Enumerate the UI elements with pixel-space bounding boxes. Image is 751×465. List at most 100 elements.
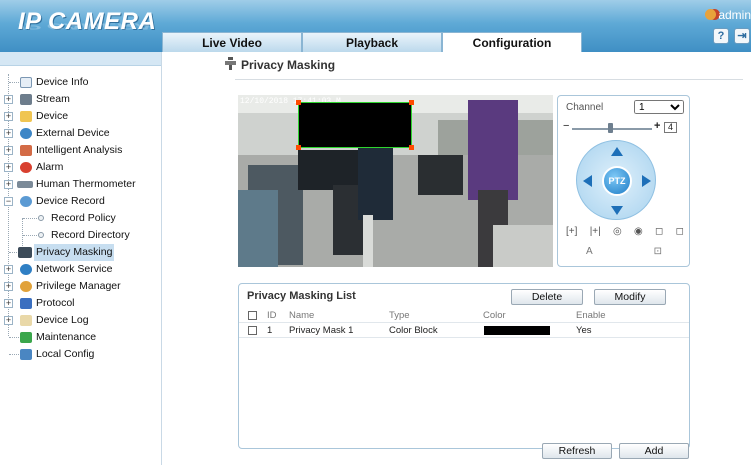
speed-plus[interactable]: + [654, 120, 660, 132]
sidebar-item-device[interactable]: + Device [0, 108, 161, 125]
folder-icon [20, 111, 32, 122]
bullet-icon [38, 232, 44, 238]
expand-icon[interactable]: + [4, 129, 13, 138]
add-button[interactable]: Add [619, 443, 689, 459]
sidebar-item-record-policy[interactable]: Record Policy [0, 210, 161, 227]
speed-minus[interactable]: − [563, 120, 569, 132]
resize-handle[interactable] [409, 145, 414, 150]
auto-focus-icon[interactable]: A [586, 246, 593, 257]
thermometer-icon [17, 181, 33, 188]
ptz-down-icon[interactable] [611, 206, 623, 215]
sidebar-item-record-directory[interactable]: Record Directory [0, 227, 161, 244]
help-icon[interactable]: ? [713, 28, 729, 44]
select-all-checkbox[interactable] [248, 311, 257, 320]
expand-icon[interactable]: + [4, 146, 13, 155]
delete-button[interactable]: Delete [511, 289, 583, 305]
column-type: Type [389, 310, 410, 321]
sidebar-item-protocol[interactable]: + Protocol [0, 295, 161, 312]
user-indicator[interactable]: admin [705, 8, 751, 22]
expand-icon[interactable]: + [4, 282, 13, 291]
config-icon [20, 349, 32, 360]
title-divider [235, 79, 743, 80]
modify-button[interactable]: Modify [594, 289, 666, 305]
refresh-button[interactable]: Refresh [542, 443, 612, 459]
expand-icon[interactable]: + [4, 180, 13, 189]
list-title: Privacy Masking List [247, 290, 356, 302]
row-id: 1 [267, 325, 273, 336]
sidebar-item-alarm[interactable]: + Alarm [0, 159, 161, 176]
ptz-right-icon[interactable] [642, 175, 651, 187]
focus-near-icon[interactable]: ◎ [613, 226, 622, 237]
tab-playback[interactable]: Playback [302, 32, 442, 52]
analysis-icon [20, 145, 32, 156]
book-icon [20, 298, 32, 309]
sidebar-item-local-config[interactable]: Local Config [0, 346, 161, 363]
config-tree: Device Info + Stream + Device + External… [0, 74, 161, 363]
logo-reflection: IP CAMERA [18, 21, 152, 31]
column-enable: Enable [576, 310, 606, 321]
tab-live-video[interactable]: Live Video [162, 32, 302, 52]
ptz-speed-slider[interactable]: − + 4 [563, 120, 679, 135]
sidebar-item-human-thermometer[interactable]: + Human Thermometer [0, 176, 161, 193]
privacy-mask-region[interactable] [296, 100, 414, 150]
frame-icon[interactable]: ⊡ [654, 246, 662, 257]
sidebar-item-external-device[interactable]: + External Device [0, 125, 161, 142]
film-icon [20, 94, 32, 105]
top-header: IP CAMERA IP CAMERA Live Video Playback … [0, 0, 751, 52]
row-checkbox[interactable] [248, 326, 257, 335]
speed-value[interactable]: 4 [664, 122, 677, 133]
expand-icon[interactable]: + [4, 163, 13, 172]
expand-icon[interactable]: + [4, 265, 13, 274]
ptz-direction-pad[interactable]: PTZ [576, 140, 656, 220]
ptz-center-button[interactable]: PTZ [602, 166, 632, 196]
slider-thumb[interactable] [608, 123, 613, 133]
sidebar-item-privacy-masking[interactable]: Privacy Masking [0, 244, 161, 261]
privacy-icon [225, 57, 236, 70]
channel-select[interactable]: 1 [634, 100, 684, 114]
bullet-icon [38, 215, 44, 221]
tab-configuration[interactable]: Configuration [442, 32, 582, 52]
main-content: Privacy Masking 12/10/2018 17:41:03 M Ch… [163, 52, 751, 465]
log-icon [20, 315, 32, 326]
zoom-in-icon[interactable]: [+] [566, 226, 577, 237]
iris-open-icon[interactable]: ◻ [655, 226, 663, 237]
resize-handle[interactable] [409, 100, 414, 105]
column-name: Name [289, 310, 315, 321]
focus-far-icon[interactable]: ◉ [634, 226, 643, 237]
users-icon [20, 281, 32, 292]
sidebar-item-device-info[interactable]: Device Info [0, 74, 161, 91]
expand-icon[interactable]: + [4, 112, 13, 121]
plug-icon [20, 128, 32, 139]
alarm-icon [20, 162, 32, 173]
expand-icon[interactable]: + [4, 299, 13, 308]
collapse-icon[interactable]: − [4, 197, 13, 206]
resize-handle[interactable] [296, 145, 301, 150]
user-icon [705, 9, 717, 20]
zoom-out-icon[interactable]: |+| [590, 226, 601, 237]
ptz-left-icon[interactable] [583, 175, 592, 187]
table-row[interactable]: 1 Privacy Mask 1 Color Block Yes [239, 323, 689, 338]
iris-close-icon[interactable]: ◻ [676, 226, 684, 237]
sidebar-item-network-service[interactable]: + Network Service [0, 261, 161, 278]
page-title: Privacy Masking [241, 58, 336, 72]
row-enable: Yes [576, 325, 592, 336]
ptz-panel: Channel 1 − + 4 PTZ [+] |+| ◎ ◉ ◻ ◻ A ⊡ [557, 95, 690, 267]
sidebar-item-privilege-manager[interactable]: + Privilege Manager [0, 278, 161, 295]
sidebar-item-device-record[interactable]: − Device Record [0, 193, 161, 210]
sidebar-item-maintenance[interactable]: Maintenance [0, 329, 161, 346]
sidebar-item-stream[interactable]: + Stream [0, 91, 161, 108]
sidebar-item-device-log[interactable]: + Device Log [0, 312, 161, 329]
resize-handle[interactable] [296, 100, 301, 105]
main-tabs: Live Video Playback Configuration [162, 32, 582, 52]
expand-icon[interactable]: + [4, 316, 13, 325]
record-icon [20, 196, 32, 207]
privacy-mask-list-panel: Privacy Masking List Delete Modify ID Na… [238, 283, 690, 449]
ptz-up-icon[interactable] [611, 147, 623, 156]
column-id: ID [267, 310, 277, 321]
logout-icon[interactable]: ⇥ [734, 28, 750, 44]
expand-icon[interactable]: + [4, 95, 13, 104]
maintenance-icon [20, 332, 32, 343]
video-preview[interactable]: 12/10/2018 17:41:03 M [238, 95, 553, 267]
sidebar-item-intelligent-analysis[interactable]: + Intelligent Analysis [0, 142, 161, 159]
row-type: Color Block [389, 325, 438, 336]
